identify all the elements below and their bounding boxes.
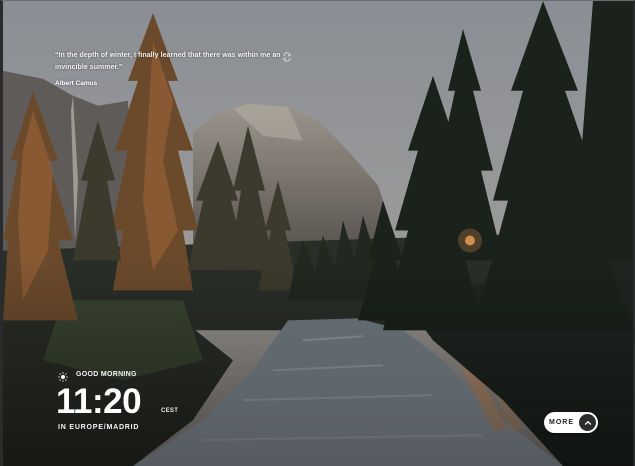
clock-time: 11:20 [56, 382, 142, 421]
quote-block: “In the depth of winter, I finally learn… [55, 50, 285, 87]
timezone-name: IN EUROPE/MADRID [58, 424, 140, 431]
more-button-label: MORE [549, 419, 574, 426]
more-button[interactable]: MORE [544, 412, 598, 433]
chevron-up-icon [579, 414, 596, 431]
timezone-abbreviation: CEST [161, 408, 179, 414]
quote-text: “In the depth of winter, I finally learn… [55, 52, 281, 71]
sun-icon [58, 369, 68, 382]
desktop-frame: “In the depth of winter, I finally learn… [0, 0, 635, 466]
greeting-row: GOOD MORNING [58, 369, 137, 382]
refresh-icon[interactable] [282, 49, 292, 62]
quote-author: Albert Camus [55, 80, 98, 87]
greeting-text: GOOD MORNING [76, 370, 137, 378]
